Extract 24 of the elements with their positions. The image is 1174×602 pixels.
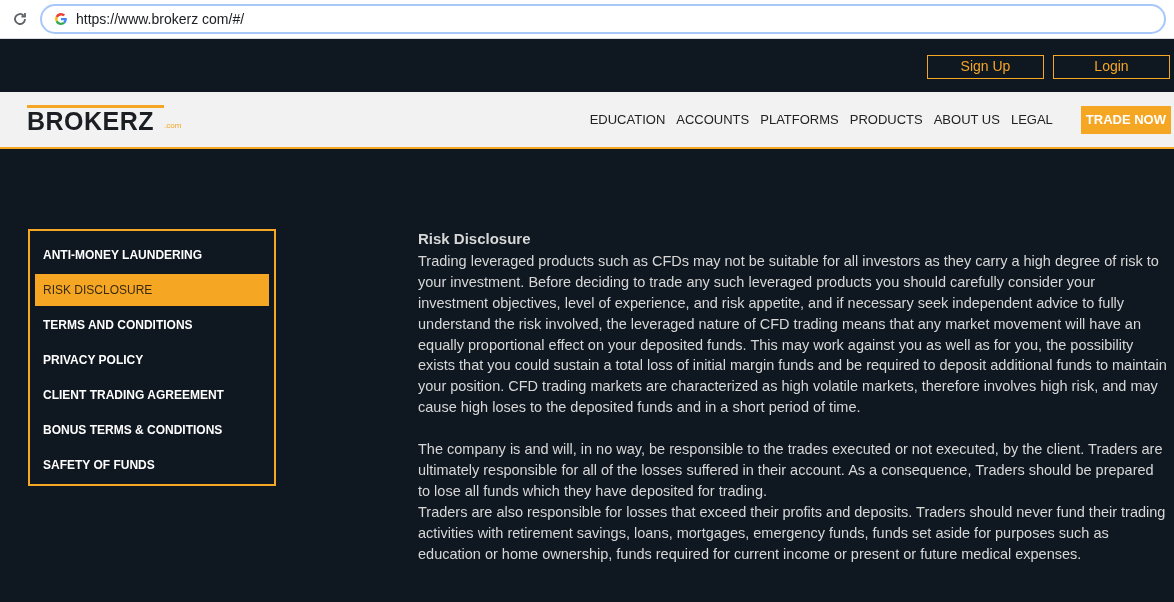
url-text: https://www.brokerz com/#/ (76, 9, 245, 29)
nav-link[interactable]: PLATFORMS (760, 109, 839, 130)
sign-up-button[interactable]: Sign Up (927, 54, 1044, 79)
section-title: Risk Disclosure (418, 229, 532, 249)
sidebar-item[interactable]: RISK DISCLOSURE (35, 274, 269, 306)
sidebar-item[interactable]: TERMS AND CONDITIONS (35, 309, 269, 341)
sidebar-item[interactable]: PRIVACY POLICY (35, 344, 269, 376)
sidebar-item[interactable]: CLIENT TRADING AGREEMENT (35, 379, 269, 411)
logo[interactable]: BROKERZ .com (27, 105, 182, 134)
nav-link[interactable]: EDUCATION (589, 109, 666, 130)
reload-icon[interactable] (12, 11, 28, 27)
nav-link[interactable]: LEGAL (1010, 109, 1053, 130)
sidebar-item[interactable]: ANTI-MONEY LAUNDERING (35, 239, 269, 271)
nav-link[interactable]: ACCOUNTS (676, 109, 750, 130)
paragraph: Trading leveraged products such as CFDs may not be suitable for all investors as they carry a high degree of risk to your investment. Before deciding to trade any such leveraged products you should carefully consider your investment objectives, level of experience, and risk appetite, and if necessary seek independent advice to fully understand the risk involved, the leveraged nature of CFD trading means that any market movement will have an equally proportional effect on your deposited funds. This may work against you as well as for you, the possibility exists that you could sustain a total loss of initial margin funds and be required to deposit additional funds to maintain your position. CFD trading markets are characterized as high volatile markets, therefore involves high risk, and may cause high loses to the deposited funds and in a short period of time. (418, 251, 1168, 418)
login-button[interactable]: Login (1053, 54, 1170, 79)
paragraph: Traders are also responsible for losses that exceed their profits and deposits. Traders should never fund their trading activities with retirement savings, loans, mortgages, emergency funds, funds set aside for purposes such as education or home ownership, funds required for current income or present or future medical expenses. (418, 502, 1167, 564)
sidebar-item[interactable]: BONUS TERMS & CONDITIONS (35, 414, 269, 446)
address-bar[interactable]: https://www.brokerz com/#/ (40, 4, 1166, 34)
sidebar-item[interactable]: SAFETY OF FUNDS (35, 449, 269, 481)
google-icon (54, 12, 68, 26)
nav-link[interactable]: ABOUT US (933, 109, 1000, 130)
nav-link[interactable]: PRODUCTS (849, 109, 923, 130)
paragraph: The company is and will, in no way, be responsible to the trades executed or not executed, by the client. Traders are ultimately responsible for all of the losses suffered in their account. As a consequence, Traders should be prepared to lose all funds which they have deposited for trading. (418, 440, 1164, 501)
